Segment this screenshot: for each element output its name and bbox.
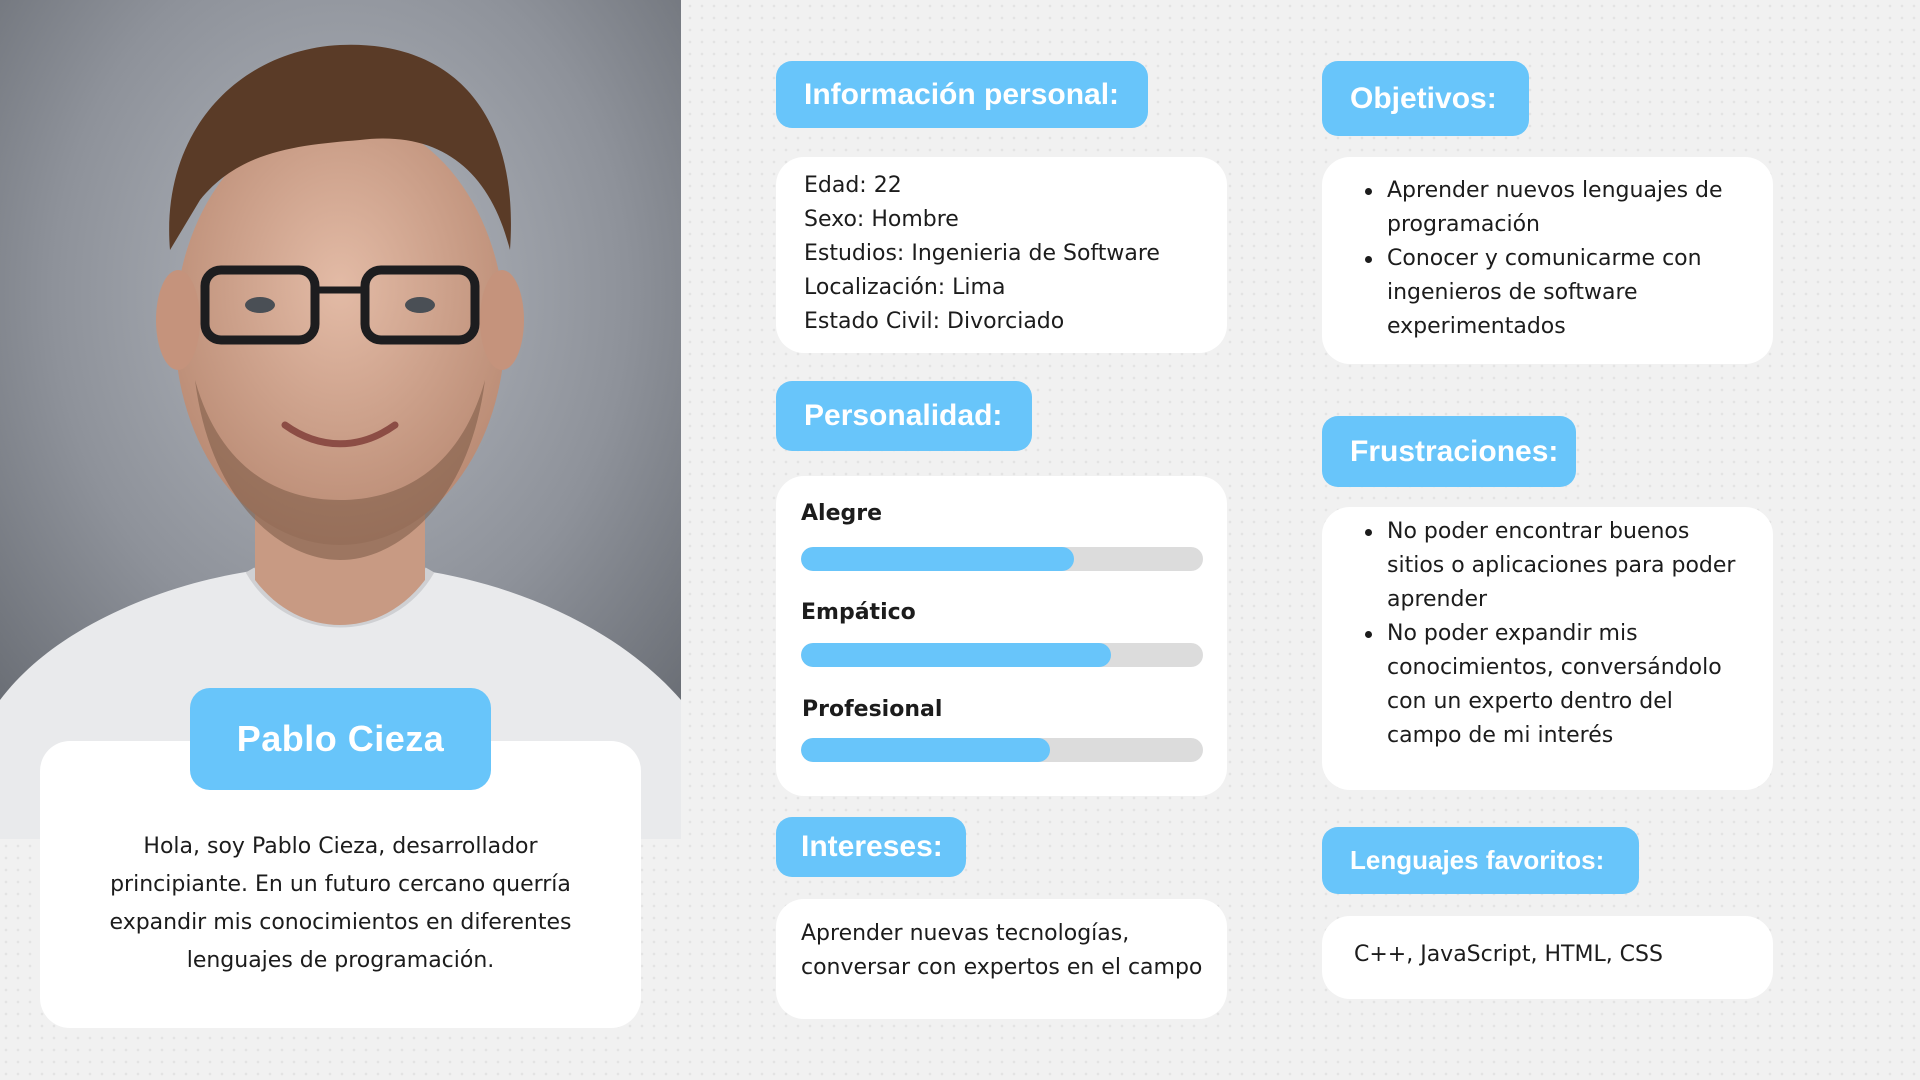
profile-name: Pablo Cieza (190, 688, 491, 790)
studies-line: Estudios: Ingenieria de Software (804, 241, 1160, 266)
sex-line: Sexo: Hombre (804, 207, 959, 232)
personal-info-card: Edad: 22 Sexo: Hombre Estudios: Ingenier… (776, 157, 1227, 353)
trait-label: Profesional (802, 697, 943, 722)
civil-status-line: Estado Civil: Divorciado (804, 309, 1065, 334)
goal-item: Aprender nuevos lenguajes de programació… (1365, 174, 1753, 242)
frustrations-list: No poder encontrar buenos sitios o aplic… (1357, 515, 1753, 753)
languages-header: Lenguajes favoritos: (1322, 827, 1639, 894)
trait-bar-fill (801, 643, 1111, 667)
goals-list: Aprender nuevos lenguajes de programació… (1357, 174, 1753, 344)
trait-bar (801, 738, 1203, 762)
bio-text: Hola, soy Pablo Cieza, desarrollador pri… (109, 834, 572, 973)
trait-label: Alegre (801, 501, 883, 526)
personality-header: Personalidad: (776, 381, 1032, 451)
trait-label: Empático (801, 600, 916, 625)
trait-bar (801, 643, 1203, 667)
goals-header: Objetivos: (1322, 61, 1529, 136)
trait-bar (801, 547, 1203, 571)
trait-bar-fill (801, 738, 1051, 762)
frustrations-card: No poder encontrar buenos sitios o aplic… (1322, 507, 1773, 790)
languages-card: C++, JavaScript, HTML, CSS (1322, 916, 1773, 999)
goal-item: Conocer y comunicarme con ingenieros de … (1365, 242, 1753, 344)
age-line: Edad: 22 (804, 173, 902, 198)
interests-card: Aprender nuevas tecnologías, conversar c… (776, 899, 1227, 1019)
languages-text: C++, JavaScript, HTML, CSS (1354, 942, 1663, 967)
trait-bar-fill (801, 547, 1075, 571)
frustrations-header: Frustraciones: (1322, 416, 1576, 487)
interests-header: Intereses: (776, 817, 966, 877)
goals-card: Aprender nuevos lenguajes de programació… (1322, 157, 1773, 364)
personal-info-header: Información personal: (776, 61, 1148, 128)
interests-text: Aprender nuevas tecnologías, conversar c… (801, 921, 1203, 980)
frustration-item: No poder encontrar buenos sitios o aplic… (1365, 515, 1753, 617)
location-line: Localización: Lima (804, 275, 1006, 300)
frustration-item: No poder expandir mis conocimientos, con… (1365, 617, 1753, 753)
